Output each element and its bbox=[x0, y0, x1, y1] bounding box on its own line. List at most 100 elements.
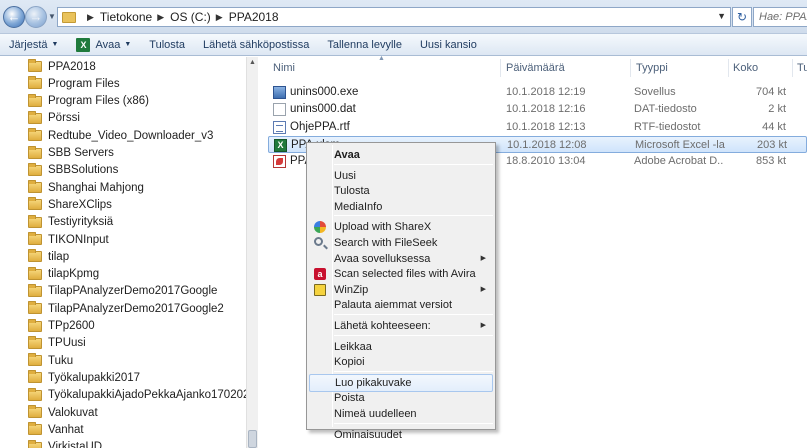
context-menu-label: Luo pikakuvake bbox=[335, 376, 412, 389]
nav-folder-label: TilapPAnalyzerDemo2017Google2 bbox=[48, 302, 224, 315]
nav-folder-item[interactable]: SBBSolutions bbox=[0, 162, 248, 179]
file-row[interactable]: unins000.dat 10.1.2018 12:16 DAT-tiedosto 2… bbox=[268, 101, 807, 118]
nav-folder-item[interactable]: TIKONInput bbox=[0, 231, 248, 248]
nav-folder-item[interactable]: Shanghai Mahjong bbox=[0, 179, 248, 196]
email-button[interactable]: Lähetä sähköpostissa bbox=[194, 39, 318, 51]
file-type: Microsoft Excel -la... bbox=[635, 139, 725, 151]
nav-scrollbar[interactable]: ▲ bbox=[246, 57, 258, 448]
organize-button[interactable]: Järjestä ▼ bbox=[0, 39, 67, 51]
refresh-icon[interactable]: ↻ bbox=[732, 7, 752, 27]
breadcrumb-folder[interactable]: PPA2018 bbox=[229, 10, 279, 24]
nav-folder-item[interactable]: Pörssi bbox=[0, 110, 248, 127]
scrollbar-thumb[interactable] bbox=[248, 430, 257, 448]
open-button[interactable]: X Avaa ▼ bbox=[67, 37, 140, 52]
address-box[interactable]: ▶ Tietokone ▶ OS (C:) ▶ PPA2018 ▼ bbox=[57, 7, 731, 27]
column-divider[interactable] bbox=[500, 59, 501, 77]
context-menu-item[interactable]: Kopioi bbox=[309, 353, 493, 371]
nav-folder-item[interactable]: Työkalupakki2017 bbox=[0, 369, 248, 386]
organize-label: Järjestä bbox=[9, 38, 48, 51]
avira-icon: a bbox=[314, 268, 326, 281]
menu-separator bbox=[334, 215, 493, 217]
nav-folder-item[interactable]: Program Files bbox=[0, 75, 248, 92]
forward-arrow-icon[interactable]: → bbox=[25, 6, 47, 28]
chevron-right-icon[interactable]: ▶ bbox=[157, 12, 164, 23]
pdf-icon bbox=[273, 155, 286, 168]
address-dropdown-icon[interactable]: ▼ bbox=[717, 11, 726, 21]
new-folder-button[interactable]: Uusi kansio bbox=[411, 39, 486, 51]
breadcrumb-computer[interactable]: Tietokone bbox=[100, 10, 152, 24]
context-menu-label: Avaa bbox=[334, 149, 360, 161]
nav-folder-label: Vanhat bbox=[48, 423, 84, 436]
context-menu-item[interactable]: Nimeä uudelleen bbox=[309, 405, 493, 423]
nav-folder-item[interactable]: TyökalupakkiAjadoPekkaAjanko1702022 bbox=[0, 387, 256, 404]
nav-folder-label: Program Files (x86) bbox=[48, 95, 149, 108]
nav-folder-item[interactable]: Program Files (x86) bbox=[0, 93, 248, 110]
context-menu-label: Tulosta bbox=[334, 185, 370, 198]
column-header-extra[interactable]: Tu bbox=[797, 57, 807, 79]
folder-icon bbox=[62, 11, 76, 23]
rtf-icon bbox=[273, 121, 286, 134]
folder-icon bbox=[28, 283, 42, 297]
address-bar-row: ← → ▼ ▶ Tietokone ▶ OS (C:) ▶ PPA2018 ▼ … bbox=[0, 0, 807, 34]
file-type: Adobe Acrobat D... bbox=[634, 155, 724, 167]
nav-folder-label: Työkalupakki2017 bbox=[48, 371, 141, 384]
context-menu-label: Uusi bbox=[334, 169, 357, 182]
folder-icon bbox=[28, 197, 42, 211]
column-divider[interactable] bbox=[728, 59, 729, 77]
column-divider[interactable] bbox=[792, 59, 793, 77]
context-menu-item[interactable]: Palauta aiemmat versiot bbox=[309, 296, 493, 314]
file-name: OhjePPA.rtf bbox=[290, 121, 350, 133]
nav-folder-item[interactable]: Redtube_Video_Downloader_v3 bbox=[0, 127, 248, 144]
breadcrumb-drive[interactable]: OS (C:) bbox=[170, 10, 211, 24]
file-row[interactable]: OhjePPA.rtf 10.1.2018 12:13 RTF-tiedostot 4… bbox=[268, 119, 807, 136]
context-menu-item[interactable]: MediaInfo bbox=[309, 198, 493, 216]
scroll-up-icon[interactable]: ▲ bbox=[249, 59, 256, 66]
file-size: 203 kt bbox=[757, 139, 787, 151]
nav-folder-label: SBBSolutions bbox=[48, 164, 119, 177]
nav-folder-label: TPUusi bbox=[48, 337, 86, 350]
context-menu-item[interactable]: Avaa bbox=[309, 146, 493, 164]
nav-folder-label: Shanghai Mahjong bbox=[48, 181, 144, 194]
context-menu-label: Avaa sovelluksessa bbox=[334, 252, 431, 265]
nav-folder-item[interactable]: ShareXClips bbox=[0, 196, 248, 213]
nav-folder-item[interactable]: TPUusi bbox=[0, 335, 248, 352]
search-input[interactable]: Hae: PPA2018 bbox=[753, 7, 807, 27]
sharex-icon bbox=[314, 221, 326, 234]
print-button[interactable]: Tulosta bbox=[140, 39, 194, 51]
nav-folder-label: Tuku bbox=[48, 354, 74, 367]
nav-folder-item[interactable]: SBB Servers bbox=[0, 145, 248, 162]
column-header-name[interactable]: Nimi bbox=[273, 57, 295, 79]
chevron-right-icon[interactable]: ▶ bbox=[216, 12, 223, 23]
chevron-down-icon: ▼ bbox=[51, 41, 59, 48]
context-menu: Avaa Uusi Tulosta MediaInfo Upload with Shar… bbox=[306, 142, 496, 441]
nav-folder-item[interactable]: tilap bbox=[0, 248, 248, 265]
nav-folder-item[interactable]: Testiyrityksiä bbox=[0, 214, 248, 231]
nav-folder-label: TyökalupakkiAjadoPekkaAjanko1702022 bbox=[48, 389, 256, 402]
nav-folder-item[interactable]: PPA2018 bbox=[0, 58, 248, 75]
nav-folder-item[interactable]: TilapPAnalyzerDemo2017Google2 bbox=[0, 300, 248, 317]
nav-folder-item[interactable]: Vanhat bbox=[0, 421, 248, 438]
nav-folder-item[interactable]: TPp2600 bbox=[0, 318, 248, 335]
column-header-date[interactable]: Päivämäärä bbox=[506, 57, 565, 79]
nav-folder-item[interactable]: Valokuvat bbox=[0, 404, 248, 421]
nav-folder-item[interactable]: VirkistaUD bbox=[0, 439, 248, 448]
context-menu-label: Lähetä kohteeseen: bbox=[334, 320, 431, 332]
file-size: 44 kt bbox=[762, 121, 786, 133]
context-menu-item[interactable]: Lähetä kohteeseen: ▶ bbox=[309, 317, 493, 335]
burn-button[interactable]: Tallenna levylle bbox=[318, 39, 411, 51]
back-arrow-icon[interactable]: ← bbox=[3, 6, 25, 28]
nav-folder-item[interactable]: Tuku bbox=[0, 352, 248, 369]
column-divider[interactable] bbox=[630, 59, 631, 77]
chevron-down-icon: ▼ bbox=[124, 41, 132, 48]
file-row[interactable]: unins000.exe 10.1.2018 12:19 Sovellus 704 k… bbox=[268, 84, 807, 101]
chevron-right-icon[interactable]: ▶ bbox=[87, 12, 94, 23]
column-header-type[interactable]: Tyyppi bbox=[636, 57, 668, 79]
context-menu-item[interactable]: Ominaisuudet bbox=[309, 426, 493, 444]
nav-folder-item[interactable]: tilapKpmg bbox=[0, 266, 248, 283]
file-name: unins000.exe bbox=[290, 86, 359, 98]
recent-pages-chevron-icon[interactable]: ▼ bbox=[48, 12, 56, 21]
file-date: 18.8.2010 13:04 bbox=[506, 155, 586, 167]
column-header-size[interactable]: Koko bbox=[733, 57, 758, 79]
nav-folder-item[interactable]: TilapPAnalyzerDemo2017Google bbox=[0, 283, 248, 300]
sort-ascending-icon: ▲ bbox=[378, 55, 385, 62]
